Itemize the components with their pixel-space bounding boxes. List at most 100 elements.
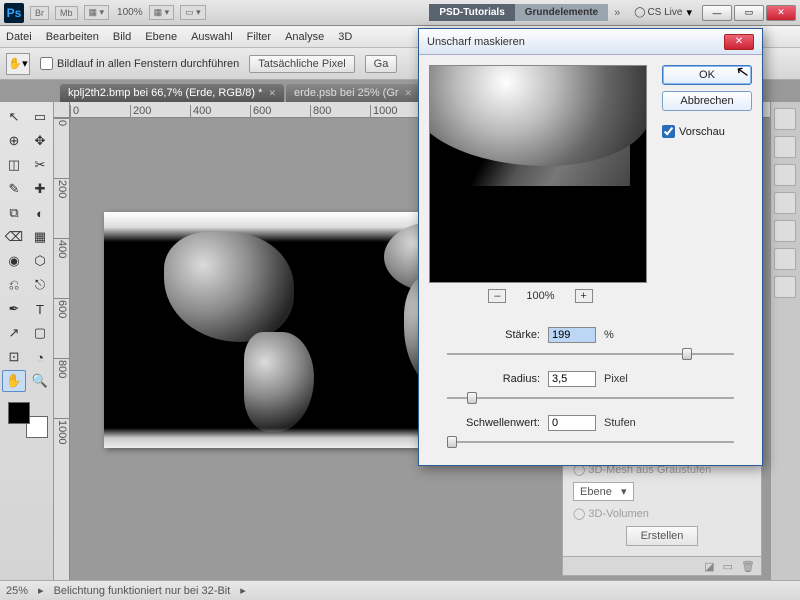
radius-slider[interactable]: [447, 391, 734, 405]
dialog-title-label: Unscharf maskieren: [427, 36, 525, 48]
menu-bild[interactable]: Bild: [113, 31, 131, 43]
tool-button[interactable]: ⊡: [2, 346, 26, 368]
status-info: Belichtung funktioniert nur bei 32-Bit: [54, 585, 231, 597]
workspace-more-icon[interactable]: »: [608, 5, 626, 21]
color-swatches[interactable]: [8, 402, 48, 438]
document-tab[interactable]: kplj2th2.bmp bei 66,7% (Erde, RGB/8) *✕: [60, 84, 284, 102]
tool-button[interactable]: ✎: [2, 178, 26, 200]
menu-3d[interactable]: 3D: [338, 31, 352, 43]
unsharp-mask-dialog: Unscharf maskieren ✕ – 100% + OK Abbrech…: [418, 28, 763, 466]
bridge-button[interactable]: Br: [30, 6, 49, 20]
tool-button[interactable]: 🔍: [28, 370, 52, 392]
preview-zoom-label: 100%: [526, 290, 554, 302]
create-button[interactable]: Erstellen: [626, 526, 699, 546]
preview-checkbox[interactable]: Vorschau: [662, 125, 752, 138]
3d-panel-footer: ◪ ▭ 🗑: [562, 556, 762, 576]
3d-panel: ◯ 3D-Mesh aus Graustufen Ebene ▾ ◯ 3D-Vo…: [562, 452, 762, 557]
dialog-close-button[interactable]: ✕: [724, 34, 754, 50]
tool-button[interactable]: ⎌: [2, 274, 26, 296]
tool-button[interactable]: ◐: [28, 202, 52, 224]
strength-label: Stärke:: [435, 329, 540, 341]
status-zoom[interactable]: 25%: [6, 585, 28, 597]
tool-button[interactable]: ✥: [28, 130, 52, 152]
arrange-button[interactable]: ▭ ▾: [180, 5, 206, 20]
close-icon[interactable]: ✕: [405, 88, 413, 99]
tool-button[interactable]: ✋: [2, 370, 26, 392]
menu-bearbeiten[interactable]: Bearbeiten: [46, 31, 99, 43]
tool-button[interactable]: ◔: [28, 346, 52, 368]
tool-button[interactable]: ▦: [28, 226, 52, 248]
tool-button[interactable]: ↖: [2, 106, 26, 128]
dock-icon[interactable]: [774, 164, 796, 186]
strength-input[interactable]: [548, 327, 596, 343]
dock-icon[interactable]: [774, 248, 796, 270]
minibridge-button[interactable]: Mb: [55, 6, 78, 20]
menu-ebene[interactable]: Ebene: [145, 31, 177, 43]
radius-unit: Pixel: [604, 373, 628, 385]
fit-screen-button[interactable]: Ga: [365, 55, 398, 73]
tool-button[interactable]: ◫: [2, 154, 26, 176]
tool-button[interactable]: ◉: [2, 250, 26, 272]
tool-button[interactable]: ⊕: [2, 130, 26, 152]
strength-slider[interactable]: [447, 347, 734, 361]
3d-layer-select[interactable]: Ebene ▾: [573, 482, 634, 501]
tool-button[interactable]: ↗: [2, 322, 26, 344]
tool-button[interactable]: ⬡: [28, 250, 52, 272]
menu-analyse[interactable]: Analyse: [285, 31, 324, 43]
workspace-tabs: PSD-Tutorials Grundelemente: [429, 4, 608, 21]
tool-button[interactable]: T: [28, 298, 52, 320]
trash-icon[interactable]: 🗑: [741, 560, 755, 573]
titlebar-zoom[interactable]: 100%: [117, 7, 143, 18]
window-maximize-button[interactable]: ▭: [734, 5, 764, 21]
strength-unit: %: [604, 329, 614, 341]
dialog-titlebar[interactable]: Unscharf maskieren ✕: [419, 29, 762, 55]
ok-button[interactable]: OK: [662, 65, 752, 85]
tool-button[interactable]: ⎋: [28, 274, 52, 296]
tool-button[interactable]: ▭: [28, 106, 52, 128]
3d-volume-radio[interactable]: 3D-Volumen: [588, 508, 649, 520]
zoom-out-button[interactable]: –: [488, 289, 506, 303]
menu-datei[interactable]: Datei: [6, 31, 32, 43]
statusbar: 25% ▸ Belichtung funktioniert nur bei 32…: [0, 580, 800, 600]
close-icon[interactable]: ✕: [268, 88, 276, 99]
filter-preview[interactable]: [429, 65, 647, 283]
cancel-button[interactable]: Abbrechen: [662, 91, 752, 111]
view-extras-button[interactable]: ▦ ▾: [149, 5, 175, 20]
threshold-unit: Stufen: [604, 417, 636, 429]
titlebar: Ps Br Mb ▦ ▾ 100% ▦ ▾ ▭ ▾ PSD-Tutorials …: [0, 0, 800, 26]
tool-button[interactable]: ⌫: [2, 226, 26, 248]
actual-pixels-button[interactable]: Tatsächliche Pixel: [249, 55, 354, 73]
document-tab[interactable]: erde.psb bei 25% (Gr✕: [286, 84, 420, 102]
scroll-all-checkbox[interactable]: Bildlauf in allen Fenstern durchführen: [40, 57, 239, 70]
ruler-vertical[interactable]: 02004006008001000: [54, 118, 70, 580]
tool-button[interactable]: ✒: [2, 298, 26, 320]
dock-icon[interactable]: [774, 108, 796, 130]
tool-button[interactable]: ✚: [28, 178, 52, 200]
dock-icon[interactable]: [774, 276, 796, 298]
window-minimize-button[interactable]: —: [702, 5, 732, 21]
tool-button[interactable]: ✂: [28, 154, 52, 176]
ruler-origin[interactable]: [54, 102, 70, 118]
tool-button[interactable]: ⧉: [2, 202, 26, 224]
panel-icon[interactable]: ◪: [704, 560, 714, 573]
zoom-in-button[interactable]: +: [575, 289, 593, 303]
menu-filter[interactable]: Filter: [247, 31, 271, 43]
threshold-input[interactable]: [548, 415, 596, 431]
menu-auswahl[interactable]: Auswahl: [191, 31, 233, 43]
workspace-tab-grundelemente[interactable]: Grundelemente: [515, 4, 608, 21]
panel-dock: [770, 102, 800, 580]
workspace-tab-tutorials[interactable]: PSD-Tutorials: [429, 4, 514, 21]
screen-mode-button[interactable]: ▦ ▾: [84, 5, 110, 20]
app-icon: Ps: [4, 3, 24, 23]
tool-button[interactable]: ▢: [28, 322, 52, 344]
radius-input[interactable]: [548, 371, 596, 387]
dock-icon[interactable]: [774, 136, 796, 158]
dock-icon[interactable]: [774, 220, 796, 242]
panel-icon[interactable]: ▭: [723, 560, 733, 573]
current-tool-indicator[interactable]: ✋▾: [6, 53, 30, 75]
dock-icon[interactable]: [774, 192, 796, 214]
foreground-color-swatch[interactable]: [8, 402, 30, 424]
cslive-button[interactable]: CS Live: [634, 7, 682, 18]
window-close-button[interactable]: ✕: [766, 5, 796, 21]
threshold-slider[interactable]: [447, 435, 734, 449]
